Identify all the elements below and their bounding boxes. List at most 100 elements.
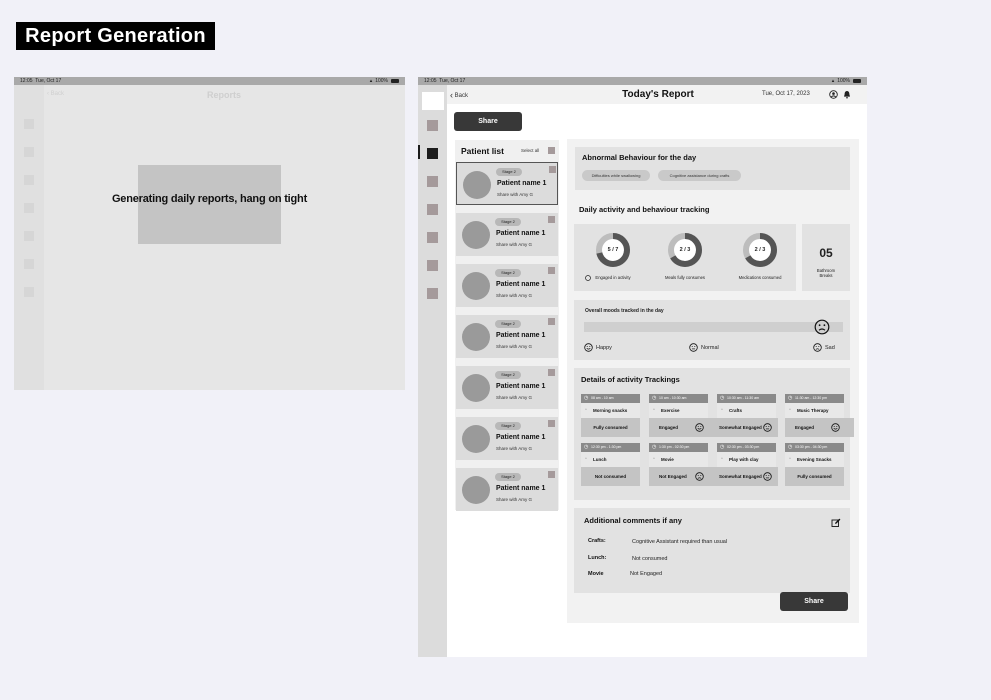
status-date: Tue, Oct 17 [35, 78, 62, 84]
patient-share: Share with Amy G [497, 192, 534, 197]
patient-name: Patient name 1 [496, 230, 546, 237]
tile-time-text: 11:30 am - 12:30 pm [795, 396, 828, 400]
share-report-button[interactable]: Share [780, 592, 848, 611]
patient-list-title: Patient list [461, 146, 504, 156]
patient-checkbox[interactable] [549, 166, 556, 173]
loading-screen: 12:05 Tue, Oct 17 ▴ 100% ‹ Back Reports [14, 77, 405, 390]
nav-icon[interactable] [427, 232, 438, 243]
tile-time: ◷ 08 am - 10 am [581, 394, 640, 403]
back-button[interactable]: ‹ Back [450, 90, 468, 100]
tile-status: Fully consumed [785, 467, 844, 486]
status-time: 12:05 [20, 78, 33, 84]
patient-avatar [462, 323, 490, 351]
clock-icon: ◷ [720, 395, 725, 401]
nav-icon [24, 147, 34, 157]
activity-tile[interactable]: ◷ 02:30 pm - 03:30 pm ▫ Play with clay Somew… [717, 443, 778, 486]
neutral-face-icon [689, 343, 698, 352]
patient-checkbox[interactable] [548, 318, 555, 325]
daily-tracking-title: Daily activity and behaviour tracking [579, 205, 710, 214]
nav-icon[interactable] [427, 260, 438, 271]
page-title: Report Generation [16, 22, 215, 50]
patient-card[interactable]: Stage 2 Patient name 1 Share with Amy G [456, 366, 558, 409]
patient-avatar [462, 272, 490, 300]
tile-time: ◷ 1:30 pm - 02:30 pm [649, 443, 708, 452]
activity-tile[interactable]: ◷ 11:30 am - 12:30 pm ▫ Music Therapy Engage… [785, 394, 854, 437]
sidebar [14, 85, 44, 390]
user-icon[interactable] [829, 90, 838, 99]
sidebar [418, 85, 447, 657]
nav-icon[interactable] [427, 288, 438, 299]
header-title: Reports [207, 90, 242, 100]
nav-icon[interactable] [427, 176, 438, 187]
patient-avatar [463, 171, 491, 199]
clock-icon: ◷ [788, 444, 793, 450]
mood-label-normal: Normal [701, 345, 719, 351]
patient-checkbox[interactable] [548, 471, 555, 478]
patient-avatar [462, 374, 490, 402]
logo [422, 92, 444, 110]
patient-name: Patient name 1 [496, 434, 546, 441]
activity-tile[interactable]: ◷ 10:30 am - 11:30 am ▫ Crafts Somewhat Enga… [717, 394, 778, 437]
patient-card[interactable]: Stage 2 Patient name 1 Share with Amy G [456, 417, 558, 460]
tile-activity: ▫ Music Therapy [785, 403, 844, 418]
stage-badge: Stage 2 [495, 473, 521, 481]
report-title: Today's Report [622, 89, 694, 100]
patient-card[interactable]: Stage 2 Patient name 1 Share with Amy G [456, 162, 558, 205]
patient-card[interactable]: Stage 2 Patient name 1 Share with Amy G [456, 315, 558, 358]
share-button[interactable]: Share [454, 112, 522, 131]
comment-value: Not consumed [632, 556, 668, 562]
tile-time: ◷ 02:30 pm - 03:30 pm [717, 443, 776, 452]
patient-checkbox[interactable] [548, 369, 555, 376]
status-bar: 12:05 Tue, Oct 17 ▴ 100% [418, 77, 867, 85]
patient-card[interactable]: Stage 2 Patient name 1 Share with Amy G [456, 468, 558, 511]
back-label: Back [454, 93, 469, 99]
comments-title: Additional comments if any [584, 516, 682, 525]
patient-checkbox[interactable] [548, 420, 555, 427]
tile-time-text: 08 am - 10 am [591, 396, 614, 400]
activity-icon: ▫ [789, 456, 791, 462]
activity-details-section: Details of activity Trackings ◷ 08 am - 1… [574, 368, 854, 500]
status-time: 12:05 [424, 78, 437, 84]
abnormal-chip: Difficulties while swallowing [582, 170, 650, 181]
activity-tile[interactable]: ◷ 1:30 pm - 02:30 pm ▫ Movie Not Engaged [649, 443, 718, 486]
activity-icon: ▫ [721, 456, 723, 462]
patient-name: Patient name 1 [496, 383, 546, 390]
select-all-checkbox[interactable] [548, 147, 555, 154]
patient-card[interactable]: Stage 2 Patient name 1 Share with Amy G [456, 213, 558, 256]
nav-icon[interactable] [427, 120, 438, 131]
bathroom-breaks-card: 05 Bathroom Breaks [802, 224, 850, 291]
activity-tile[interactable]: ◷ 03:30 pm - 04:30 pm ▫ Evening Snacks Fully… [785, 443, 844, 486]
tile-status: Not Engaged [649, 467, 718, 486]
neutral-face-icon [763, 423, 772, 432]
activity-tile[interactable]: ◷ 12:30 pm - 1:30 pm ▫ Lunch Not consumed [581, 443, 640, 486]
tile-activity: ▫ Morning snacks [581, 403, 640, 418]
patient-checkbox[interactable] [548, 267, 555, 274]
patient-share: Share with Amy G [496, 344, 533, 349]
tile-status: Engaged [785, 418, 854, 437]
battery-level: 100% [375, 78, 388, 84]
happy-face-icon [831, 423, 840, 432]
nav-icon[interactable] [427, 204, 438, 215]
patient-share: Share with Amy G [496, 395, 533, 400]
edit-icon[interactable] [831, 518, 841, 528]
patient-checkbox[interactable] [548, 216, 555, 223]
activity-tile[interactable]: ◷ 08 am - 10 am ▫ Morning snacks Fully consu… [581, 394, 640, 437]
tile-activity-text: Play with clay [729, 457, 759, 462]
tile-activity-text: Exercise [661, 408, 680, 413]
bell-icon[interactable] [843, 90, 851, 99]
tile-activity-text: Music Therapy [797, 408, 829, 413]
status-date: Tue, Oct 17 [439, 78, 466, 84]
back-button[interactable]: ‹ Back [47, 91, 64, 97]
nav-icon-reports[interactable] [427, 148, 438, 159]
donut-label: Engaged in activity [595, 275, 631, 280]
activity-tile[interactable]: ◷ 10 am - 10:30 am ▫ Exercise Engaged [649, 394, 718, 437]
tile-activity: ▫ Play with clay [717, 452, 776, 467]
patient-card[interactable]: Stage 2 Patient name 1 Share with Amy G [456, 264, 558, 307]
comment-value: Not Engaged [630, 571, 663, 577]
patient-avatar [462, 221, 490, 249]
activity-icon: ▫ [585, 407, 587, 413]
donut-value: 2 / 3 [679, 247, 691, 253]
sad-face-icon [695, 472, 704, 481]
tile-time-text: 10 am - 10:30 am [659, 396, 687, 400]
patient-list: Patient list Select all Stage 2 Patient n… [455, 140, 559, 511]
